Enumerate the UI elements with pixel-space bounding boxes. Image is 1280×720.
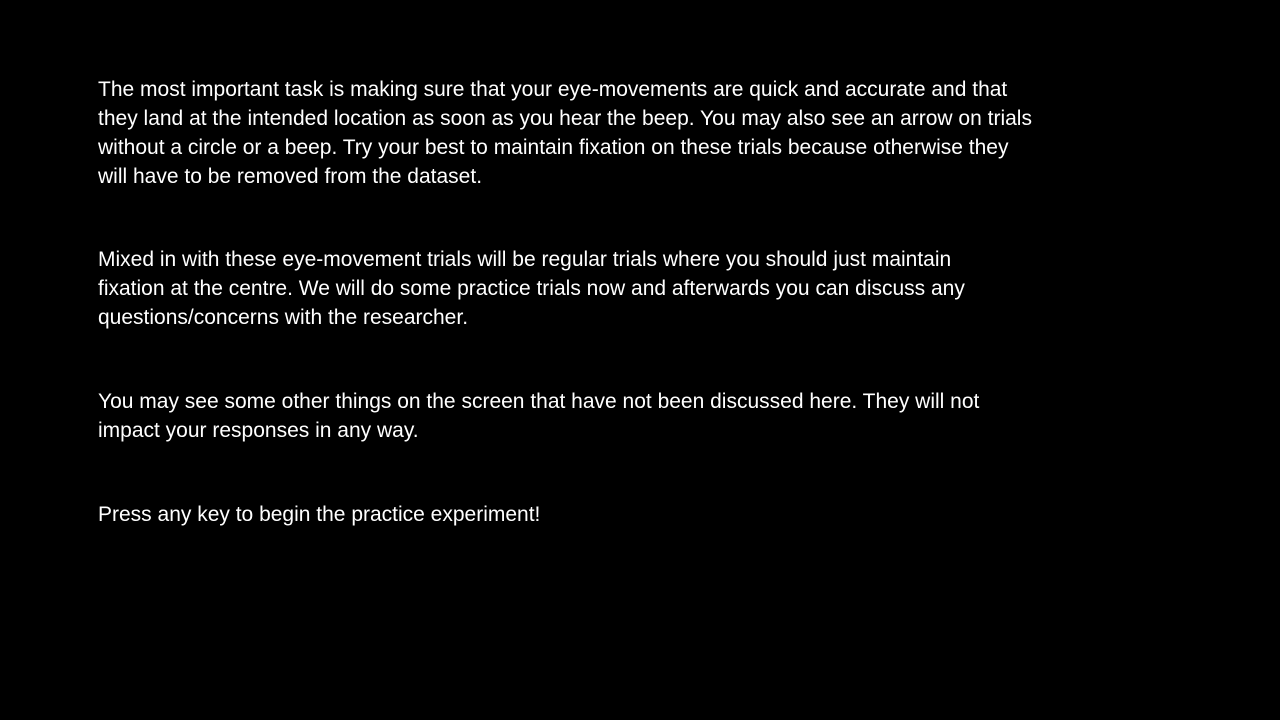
- text-line: fixation at the centre. We will do some …: [98, 277, 965, 300]
- text-line: will have to be removed from the dataset…: [98, 165, 483, 188]
- paragraph-mixed-trials: Mixed in with these eye-movement trials …: [98, 245, 965, 332]
- press-any-key-prompt: Press any key to begin the practice expe…: [98, 503, 541, 526]
- text-line: The most important task is making sure t…: [98, 78, 1008, 101]
- text-line: they land at the intended location as so…: [98, 107, 1032, 130]
- paragraph-press-key: Press any key to begin the practice expe…: [98, 500, 540, 529]
- text-line: without a circle or a beep. Try your bes…: [98, 136, 1009, 159]
- paragraph-other-things: You may see some other things on the scr…: [98, 387, 979, 445]
- text-line: impact your responses in any way.: [98, 419, 419, 442]
- paragraph-task: The most important task is making sure t…: [98, 75, 1032, 191]
- text-line: questions/concerns with the researcher.: [98, 306, 469, 329]
- text-line: Mixed in with these eye-movement trials …: [98, 248, 952, 271]
- text-line: You may see some other things on the scr…: [98, 390, 980, 413]
